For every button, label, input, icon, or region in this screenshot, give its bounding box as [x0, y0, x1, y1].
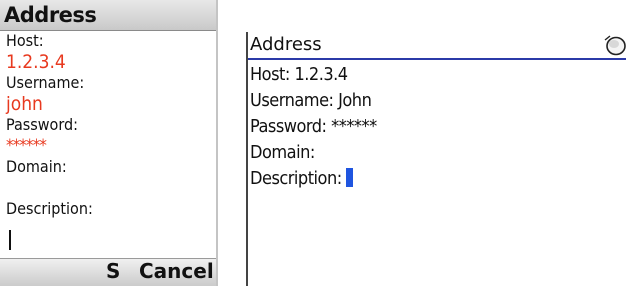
- left-screen-title: Address: [0, 0, 216, 31]
- host-label: Host:: [6, 31, 44, 50]
- password-label: Password:: [6, 115, 78, 134]
- description-label: Description:: [6, 199, 93, 218]
- softkey-bar: S Cancel: [0, 258, 216, 286]
- description-row-label: Description:: [250, 168, 342, 189]
- password-field[interactable]: ******: [0, 135, 216, 157]
- username-label: Username:: [6, 73, 85, 92]
- right-title-text: Address: [250, 34, 322, 55]
- right-screen-title: Address: [248, 32, 626, 60]
- username-field[interactable]: john: [0, 93, 216, 115]
- description-row[interactable]: Description:: [250, 166, 377, 192]
- left-address-form: Host: 1.2.3.4 Username: john Password: *…: [0, 31, 216, 219]
- disc-icon: [602, 34, 626, 56]
- domain-row[interactable]: Domain:: [250, 140, 377, 166]
- host-row[interactable]: Host: 1.2.3.4: [250, 62, 377, 88]
- domain-label: Domain:: [6, 157, 67, 176]
- right-phone-screen: Address Host: 1.2.3.4 Username: John Pas…: [246, 32, 626, 286]
- host-field[interactable]: 1.2.3.4: [0, 51, 216, 73]
- right-address-form: Host: 1.2.3.4 Username: John Password: *…: [250, 62, 377, 192]
- domain-field[interactable]: [0, 177, 216, 199]
- softkey-cancel[interactable]: Cancel: [139, 259, 214, 283]
- description-field-cursor[interactable]: [9, 230, 11, 250]
- softkey-left[interactable]: S: [106, 259, 120, 283]
- password-row[interactable]: Password: ******: [250, 114, 377, 140]
- username-row[interactable]: Username: John: [250, 88, 377, 114]
- text-cursor: [345, 168, 353, 187]
- left-phone-screen: Address Host: 1.2.3.4 Username: john Pas…: [0, 0, 218, 286]
